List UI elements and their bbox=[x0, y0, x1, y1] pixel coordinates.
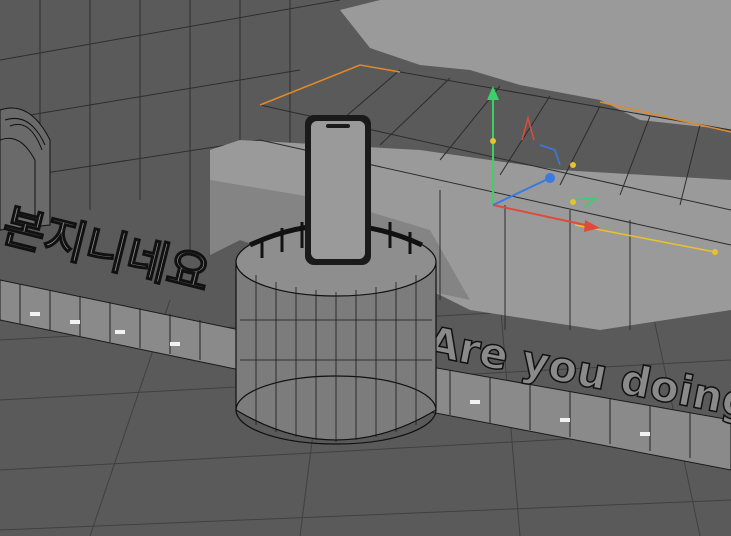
gizmo-pivot-dot-icon[interactable] bbox=[570, 199, 576, 205]
phone[interactable] bbox=[305, 115, 371, 265]
viewport-canvas[interactable]: 본지니네요 Are you doing bbox=[0, 0, 731, 536]
gizmo-rotate-z-icon[interactable] bbox=[539, 144, 561, 166]
gizmo-scale-dot-icon[interactable] bbox=[570, 162, 576, 168]
back-wall bbox=[340, 0, 731, 130]
pivot-end-dot bbox=[712, 249, 718, 255]
3d-viewport[interactable]: 본지니네요 Are you doing bbox=[0, 0, 731, 536]
selection-outline bbox=[259, 64, 401, 106]
gizmo-y-arrow-icon[interactable] bbox=[487, 86, 499, 100]
gizmo-center-icon[interactable] bbox=[490, 138, 496, 144]
gizmo-z-handle-icon[interactable] bbox=[545, 173, 555, 183]
